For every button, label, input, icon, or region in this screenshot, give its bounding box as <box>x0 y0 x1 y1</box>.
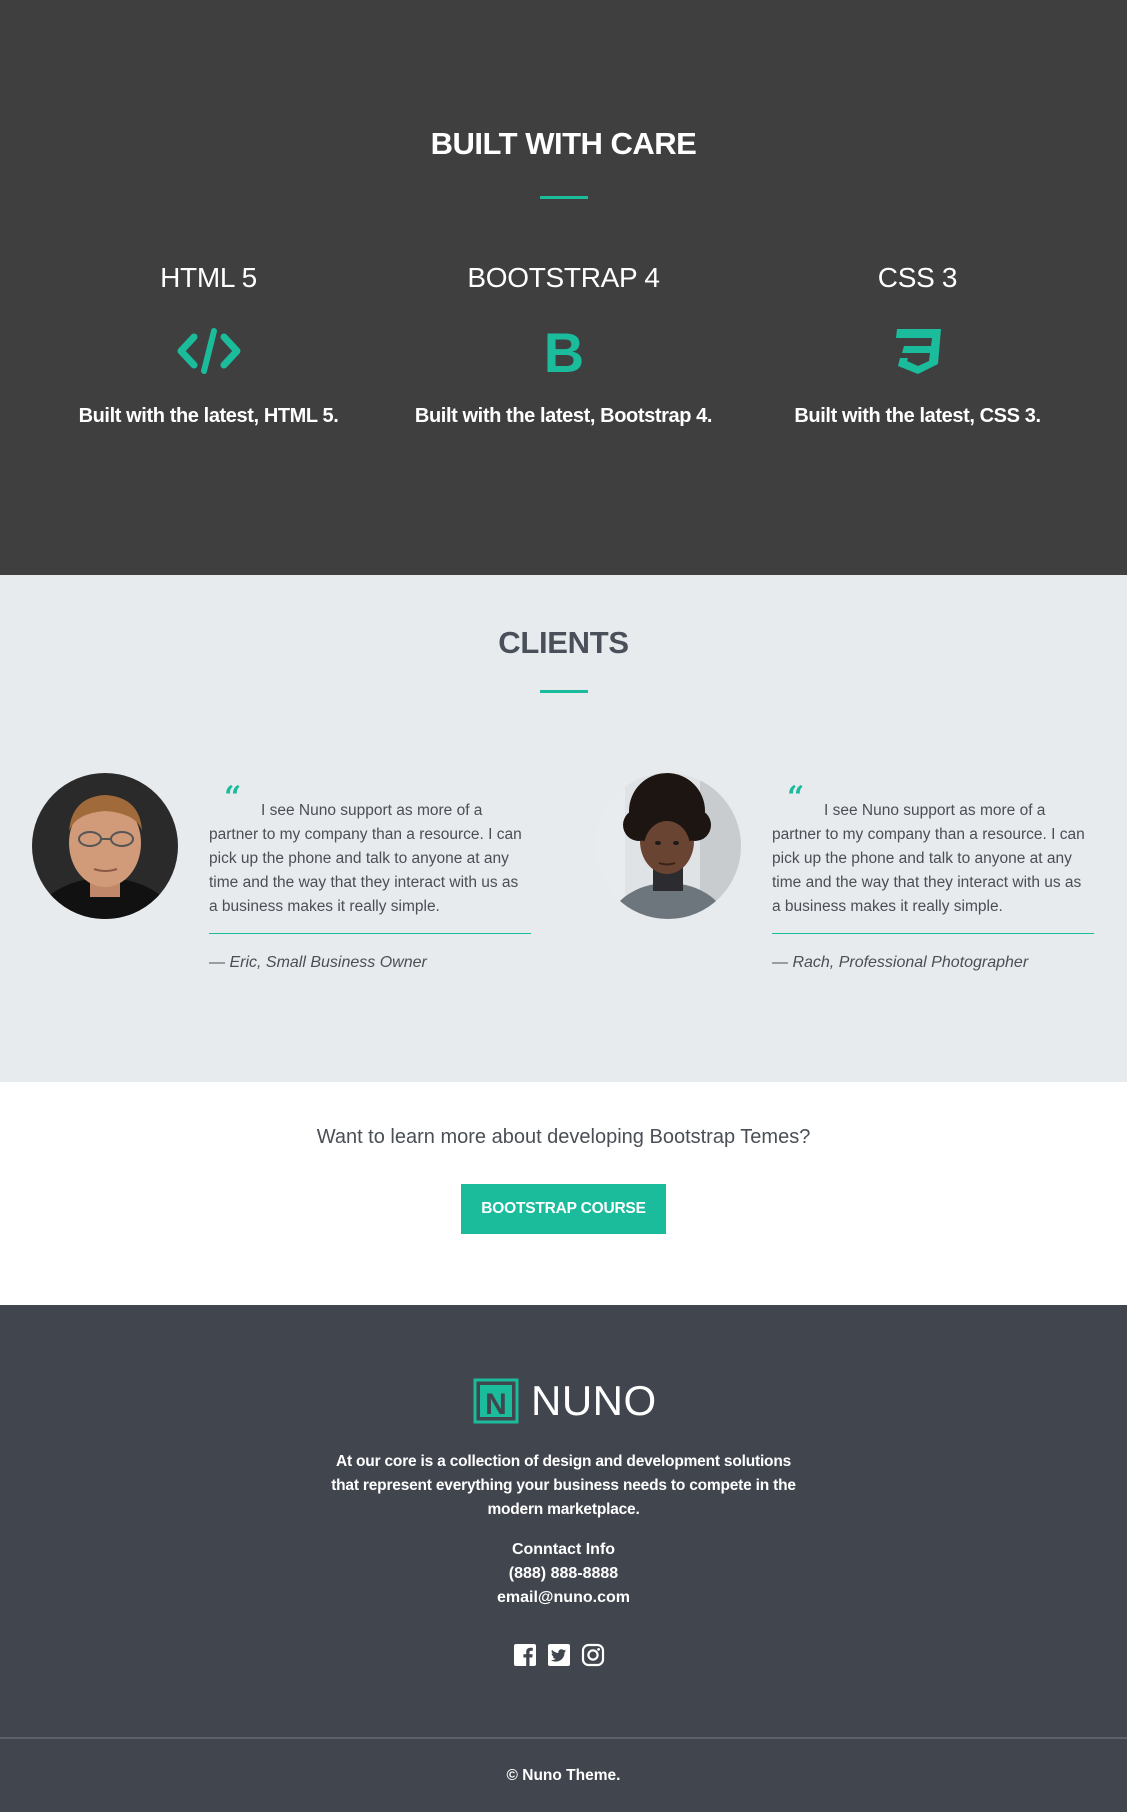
cta-section: Want to learn more about developing Boot… <box>0 1082 1127 1305</box>
svg-text:B: B <box>543 324 583 378</box>
footer-divider <box>0 1737 1127 1739</box>
bootstrap-course-button[interactable]: BOOTSTRAP COURSE <box>461 1184 666 1234</box>
bootstrap-icon: B <box>543 321 583 384</box>
feature-text: Built with the latest, Bootstrap 4. <box>414 405 713 427</box>
section-title: CLIENTS <box>498 625 629 660</box>
twitter-icon[interactable] <box>547 1643 571 1667</box>
logo-text: NUNO <box>531 1377 657 1424</box>
clients-section: CLIENTS “ I see Nuno support as more of … <box>0 575 1127 1082</box>
quote-text: I see Nuno support as more of a partner … <box>209 802 522 915</box>
logo-mark-letter: N <box>485 1388 507 1421</box>
code-icon <box>177 328 240 374</box>
client-avatar <box>32 773 178 919</box>
footer-logo[interactable]: N NUNO <box>473 1377 657 1425</box>
css3-icon <box>895 329 941 374</box>
quote-divider <box>209 933 531 934</box>
client-avatar <box>595 773 741 919</box>
feature-css3: CSS 3 Built with the latest, CSS 3. <box>730 262 1105 428</box>
logo-mark-icon: N <box>473 1378 519 1424</box>
feature-html5: HTML 5 Built with the latest, HTML 5. <box>21 262 396 428</box>
built-with-care-section: BUILT WITH CARE HTML 5 Built with the la… <box>0 0 1127 575</box>
quote-text: I see Nuno support as more of a partner … <box>772 802 1085 915</box>
quote-author: — Rach, Professional Photographer <box>772 954 1029 971</box>
contact-email[interactable]: email@nuno.com <box>0 1586 1127 1610</box>
footer: N NUNO At our core is a collection of de… <box>0 1305 1127 1812</box>
quote-icon: “ <box>787 780 805 815</box>
quote-block: “ I see Nuno support as more of a partne… <box>209 780 531 972</box>
feature-text: Built with the latest, CSS 3. <box>794 405 1041 427</box>
feature-bootstrap: BOOTSTRAP 4 B Built with the latest, Boo… <box>376 262 751 428</box>
quote-divider <box>772 933 1094 934</box>
quote-author: — Eric, Small Business Owner <box>209 954 427 971</box>
footer-about: At our core is a collection of design an… <box>331 1453 796 1518</box>
cta-text: Want to learn more about developing Boot… <box>316 1126 811 1148</box>
facebook-icon[interactable] <box>513 1643 537 1667</box>
testimonial-card: “ I see Nuno support as more of a partne… <box>32 773 572 973</box>
feature-title: BOOTSTRAP 4 <box>467 262 660 293</box>
feature-title: CSS 3 <box>877 262 958 293</box>
instagram-icon[interactable] <box>581 1643 605 1667</box>
feature-title: HTML 5 <box>160 262 257 293</box>
quote-block: “ I see Nuno support as more of a partne… <box>772 780 1094 972</box>
feature-text: Built with the latest, HTML 5. <box>78 405 339 427</box>
title-underline <box>540 690 588 693</box>
social-links <box>513 1643 605 1667</box>
contact-heading: Conntact Info <box>511 1541 616 1558</box>
testimonial-card: “ I see Nuno support as more of a partne… <box>595 773 1127 973</box>
title-underline <box>540 196 588 199</box>
copyright: © Nuno Theme. <box>506 1767 621 1784</box>
section-title: BUILT WITH CARE <box>430 126 697 161</box>
contact-phone[interactable]: (888) 888-8888 <box>0 1562 1127 1586</box>
contact-info: Conntact Info (888) 888-8888 email@nuno.… <box>0 1538 1127 1610</box>
quote-icon: “ <box>224 780 242 815</box>
